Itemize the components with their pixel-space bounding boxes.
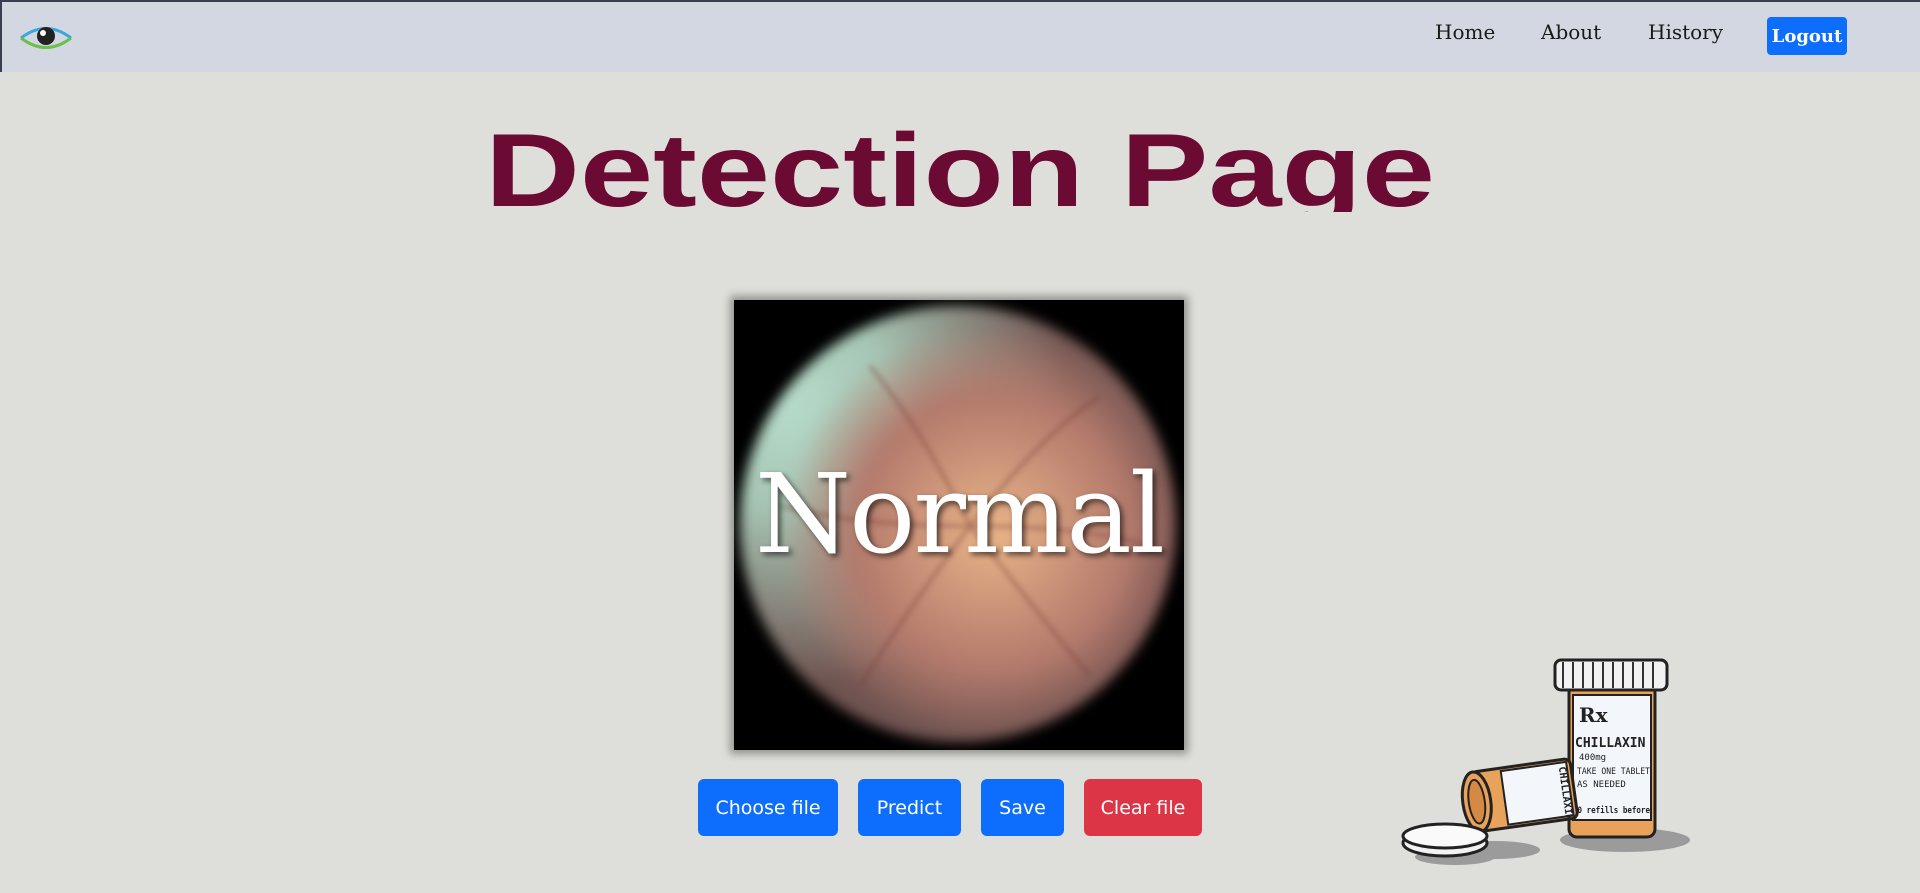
nav-home-link[interactable]: Home xyxy=(1435,20,1495,44)
rx-mark: Rx xyxy=(1579,703,1609,727)
logout-button[interactable]: Logout xyxy=(1767,17,1847,55)
predict-button[interactable]: Predict xyxy=(858,779,961,836)
save-button[interactable]: Save xyxy=(981,779,1064,836)
choose-file-button[interactable]: Choose file xyxy=(698,779,838,836)
uploaded-image-preview: Normal xyxy=(734,300,1184,750)
page-title-text: Detection Page xyxy=(485,113,1435,212)
pill-bottles-illustration: Rx CHILLAXIN 400mg TAKE ONE TABLET AS NE… xyxy=(1401,658,1690,865)
prediction-result-label: Normal xyxy=(754,450,1165,578)
page-title: Detection Page xyxy=(485,113,1435,212)
bottle-label-refills: 50 refills before xyxy=(1573,805,1650,816)
nav-history-link[interactable]: History xyxy=(1648,20,1723,44)
bottle-label-instructions: TAKE ONE TABLET xyxy=(1577,767,1651,777)
page-title-wrap: Detection Page xyxy=(0,112,1920,212)
bottle-label-needed: AS NEEDED xyxy=(1577,780,1626,790)
navbar: Home About History Logout xyxy=(0,0,1920,72)
clear-file-button[interactable]: Clear file xyxy=(1084,779,1202,836)
bottle-label-name: CHILLAXIN xyxy=(1575,736,1646,751)
bottle-label-dose: 400mg xyxy=(1579,753,1606,763)
eye-logo-icon[interactable] xyxy=(19,19,73,57)
nav-about-link[interactable]: About xyxy=(1541,20,1601,44)
